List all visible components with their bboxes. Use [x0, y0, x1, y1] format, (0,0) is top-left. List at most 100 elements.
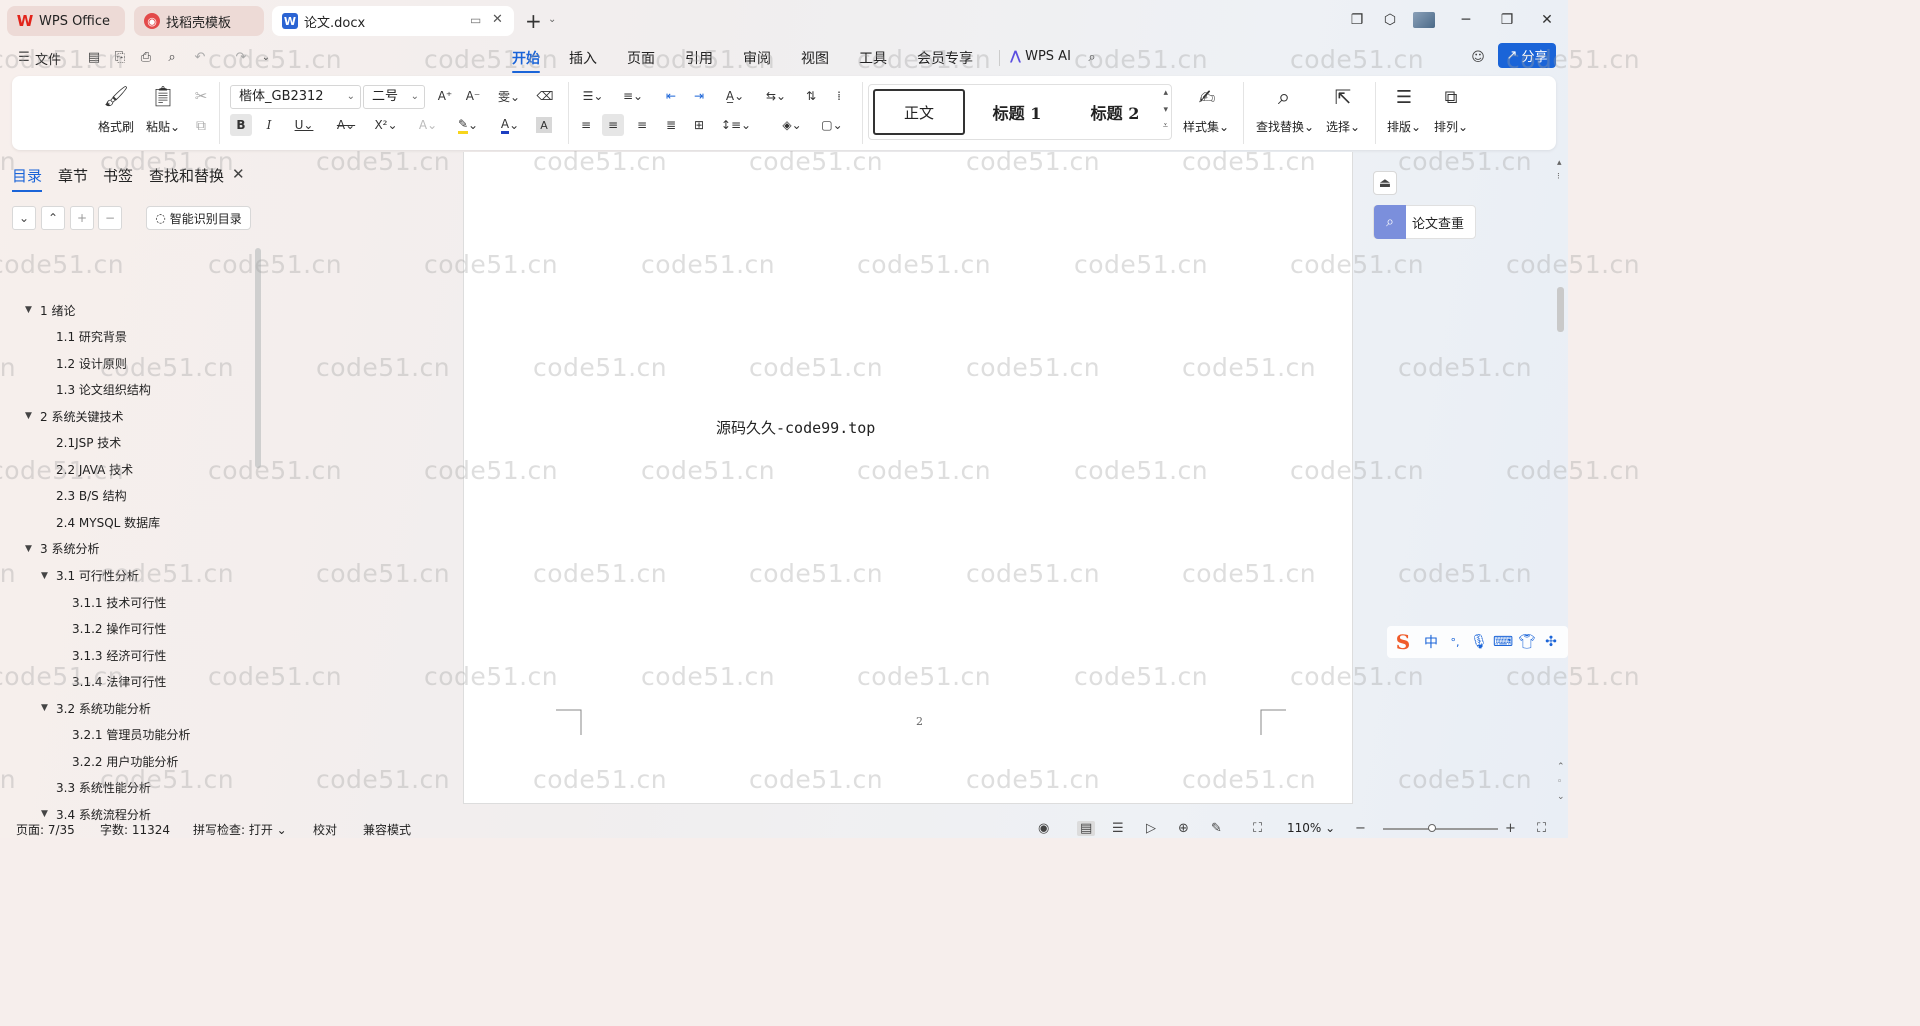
menu-home[interactable]: 开始: [512, 48, 540, 73]
strikethrough-button[interactable]: A⌄: [331, 114, 361, 136]
avatar[interactable]: [1413, 12, 1435, 28]
shading-button[interactable]: ◈⌄: [775, 114, 809, 136]
skin-icon[interactable]: 👕︎: [1515, 634, 1539, 650]
search-icon[interactable]: ⌕: [1083, 48, 1101, 66]
expand-triangle-icon[interactable]: ▼: [25, 305, 32, 315]
tab-document[interactable]: W 论文.docx ▭ ✕: [272, 6, 514, 36]
document-scrollbar[interactable]: ▴ ⁝ ⌃ ◦ ⌄: [1554, 152, 1568, 820]
find-icon[interactable]: ⌕: [1271, 84, 1297, 110]
menu-view[interactable]: 视图: [801, 48, 829, 68]
cut-icon[interactable]: ✂: [191, 86, 211, 106]
expand-triangle-icon[interactable]: ▼: [25, 411, 32, 421]
write-mode-icon[interactable]: ✎: [1211, 821, 1222, 836]
tab-wps-office[interactable]: W WPS Office: [7, 6, 125, 36]
smart-toc-button[interactable]: ◌ 智能识别目录: [146, 206, 251, 230]
chinese-layout-button[interactable]: A̲⌄: [718, 86, 752, 106]
style-scroll-down-icon[interactable]: ▾: [1163, 105, 1168, 115]
toc-item[interactable]: 1.1 研究背景: [56, 324, 127, 350]
status-proofread[interactable]: 校对: [313, 821, 337, 838]
numbering-button[interactable]: ≡⌄: [618, 86, 648, 106]
status-spellcheck[interactable]: 拼写检查: 打开 ⌄: [193, 821, 287, 838]
style-set-button[interactable]: 样式集⌄: [1183, 118, 1229, 135]
status-page[interactable]: 页面: 7/35: [16, 821, 75, 838]
next-page-icon[interactable]: ⌄: [1557, 792, 1565, 802]
fit-page-icon[interactable]: ⛶: [1253, 821, 1262, 836]
style-set-icon[interactable]: ✍︎: [1194, 84, 1220, 110]
expand-triangle-icon[interactable]: ▼: [41, 703, 48, 713]
comment-icon[interactable]: ☺: [1469, 48, 1487, 66]
minimize-icon[interactable]: ─: [1456, 10, 1476, 30]
toc-item[interactable]: 3.2.1 管理员功能分析: [72, 722, 190, 748]
align-center-icon[interactable]: ≡: [602, 114, 624, 136]
bold-button[interactable]: B: [230, 114, 252, 136]
format-painter-icon[interactable]: 🖌︎: [103, 84, 128, 108]
tab-bookmarks[interactable]: 书签: [103, 165, 133, 186]
print-preview-icon[interactable]: ⌕: [163, 48, 181, 66]
toc-item[interactable]: ▼ 3.1 可行性分析: [41, 563, 139, 589]
tab-toc[interactable]: 目录: [12, 165, 43, 192]
status-word-count[interactable]: 字数: 11324: [100, 821, 170, 838]
toc-item[interactable]: 3.2.2 用户功能分析: [72, 748, 178, 774]
eye-protection-icon[interactable]: ◉: [1038, 821, 1049, 836]
font-size-select[interactable]: 二号 ⌄: [363, 85, 425, 109]
plagiarism-check-button[interactable]: ⌕ 论文查重: [1373, 205, 1476, 239]
grow-font-icon[interactable]: A⁺: [435, 86, 455, 106]
decrease-indent-icon[interactable]: ⇤: [661, 86, 681, 106]
style-heading-2[interactable]: 标题 2: [1067, 89, 1163, 135]
paste-label[interactable]: 粘贴⌄: [146, 118, 180, 135]
expand-up-icon[interactable]: ⌃: [41, 206, 65, 230]
zoom-out-icon[interactable]: −: [1355, 821, 1366, 836]
toc-item[interactable]: 3.1.3 经济可行性: [72, 642, 166, 668]
close-window-icon[interactable]: ✕: [1537, 10, 1557, 30]
layout-icon[interactable]: ☰: [1391, 84, 1417, 110]
tab-find-replace[interactable]: 查找和替换: [149, 165, 224, 186]
copy-icon[interactable]: ⧉: [191, 116, 211, 136]
save-icon[interactable]: ▤: [85, 48, 103, 66]
arrange-icon[interactable]: ⧉: [1438, 84, 1464, 110]
sogou-logo-icon[interactable]: S: [1387, 626, 1419, 658]
style-heading-1[interactable]: 标题 1: [969, 89, 1065, 135]
fullscreen-icon[interactable]: ⛶: [1537, 821, 1546, 836]
document-page[interactable]: 源码久久-code99.top 2: [463, 152, 1353, 804]
highlight-button[interactable]: ✎ ⌄: [452, 114, 484, 136]
bullets-button[interactable]: ☰⌄: [578, 86, 608, 106]
close-tab-icon[interactable]: ✕: [492, 12, 503, 27]
select-cursor-icon[interactable]: ⇱: [1330, 84, 1356, 110]
find-replace-button[interactable]: 查找替换⌄: [1256, 118, 1314, 135]
arrange-button[interactable]: 排列⌄: [1434, 118, 1468, 135]
expand-triangle-icon[interactable]: ▼: [41, 571, 48, 581]
tab-docer-templates[interactable]: ◉ 找稻壳模板: [134, 6, 264, 36]
expand-triangle-icon[interactable]: ▼: [41, 809, 48, 819]
toc-item[interactable]: ▼ 2 系统关键技术: [25, 403, 123, 429]
text-direction-button[interactable]: ⇆⌄: [761, 86, 791, 106]
close-pane-icon[interactable]: ✕: [232, 165, 245, 183]
export-icon[interactable]: ⎘: [111, 48, 129, 66]
justify-icon[interactable]: ≣: [661, 114, 681, 136]
italic-button[interactable]: I: [259, 114, 279, 136]
menu-references[interactable]: 引用: [685, 48, 713, 68]
font-name-select[interactable]: 楷体_GB2312 ⌄: [230, 85, 361, 109]
remove-heading-icon[interactable]: −: [98, 206, 122, 230]
new-tab-icon[interactable]: +: [525, 9, 542, 33]
scroll-up-icon[interactable]: ▴: [1557, 158, 1562, 168]
scroll-thumb[interactable]: [1557, 287, 1564, 332]
menu-page[interactable]: 页面: [627, 48, 655, 68]
toolbox-icon[interactable]: ✣: [1539, 634, 1563, 650]
toc-item[interactable]: 3.1.2 操作可行性: [72, 616, 166, 642]
tab-chapters[interactable]: 章节: [58, 165, 88, 186]
text-effect-button[interactable]: A⌄: [413, 114, 443, 136]
style-normal[interactable]: 正文: [873, 89, 965, 135]
expand-triangle-icon[interactable]: ▼: [25, 544, 32, 554]
maximize-icon[interactable]: ❐: [1497, 10, 1517, 30]
format-painter-label[interactable]: 格式刷: [98, 118, 134, 135]
style-more-icon[interactable]: ⩡: [1163, 121, 1168, 131]
scroll-options-icon[interactable]: ⁝: [1557, 172, 1560, 182]
show-marks-icon[interactable]: ⁞: [829, 86, 849, 106]
toc-item[interactable]: 1.3 论文组织结构: [56, 377, 151, 403]
align-right-icon[interactable]: ≡: [632, 114, 652, 136]
zoom-in-icon[interactable]: +: [1505, 821, 1516, 836]
page-view-icon[interactable]: ▤: [1077, 821, 1096, 836]
redo-icon[interactable]: ↷: [232, 48, 250, 66]
paste-icon[interactable]: 📋︎: [150, 84, 175, 108]
toc-item[interactable]: 1.2 设计原则: [56, 350, 127, 376]
